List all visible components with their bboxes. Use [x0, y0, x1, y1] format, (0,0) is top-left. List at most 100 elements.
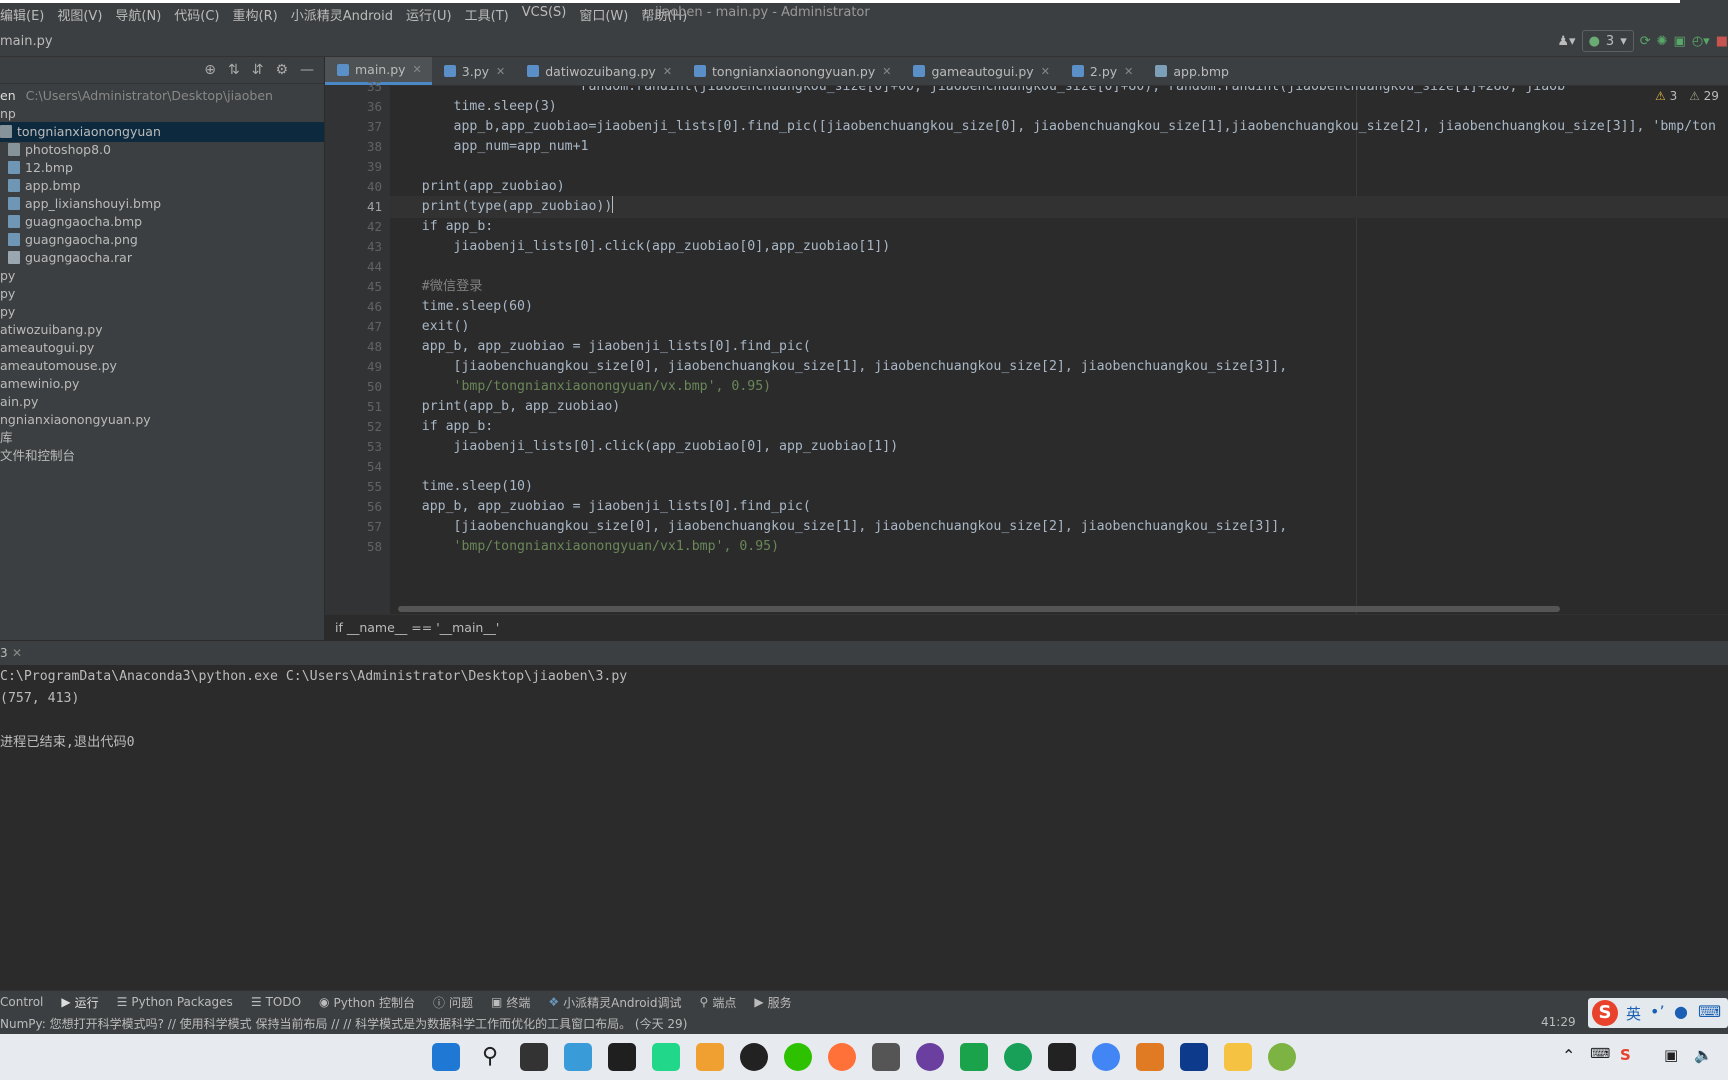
- locate-icon[interactable]: ⊕: [204, 62, 216, 78]
- tree-root[interactable]: en C:\Users\Administrator\Desktop\jiaobe…: [0, 86, 324, 106]
- code-line-string[interactable]: 'bmp/tongnianxiaonongyuan/vx1.bmp', 0.95…: [390, 536, 1728, 558]
- code-line[interactable]: app_num=app_num+1: [390, 136, 1728, 158]
- stop-icon[interactable]: ■: [1716, 30, 1728, 52]
- caret-position[interactable]: 41:29: [1541, 1015, 1576, 1029]
- close-icon[interactable]: ✕: [1041, 65, 1050, 78]
- pycharm-app-icon[interactable]: [652, 1043, 680, 1071]
- code-line[interactable]: [390, 256, 1728, 278]
- tool-services[interactable]: ▶ 服务: [754, 994, 791, 1011]
- app-icon[interactable]: [1180, 1043, 1208, 1071]
- close-icon[interactable]: ✕: [663, 65, 672, 78]
- search-icon[interactable]: ⚲: [476, 1043, 504, 1071]
- menu-refactor[interactable]: 重构(R): [233, 5, 278, 24]
- tree-item[interactable]: guagngaocha.bmp: [0, 212, 332, 232]
- ime-toolbar[interactable]: S 英 •’ ● ⌨: [1588, 998, 1728, 1028]
- code-line[interactable]: jiaobenji_lists[0].click(app_zuobiao[0],…: [390, 436, 1728, 458]
- microphone-icon[interactable]: ●: [1674, 1002, 1688, 1021]
- tool-python-packages[interactable]: ☰ Python Packages: [117, 995, 233, 1009]
- profile-icon[interactable]: ◴▾: [1692, 30, 1710, 52]
- android-app-icon[interactable]: [1268, 1043, 1296, 1071]
- code-line[interactable]: time.sleep(60): [390, 296, 1728, 318]
- ime-language-label[interactable]: 英: [1626, 1003, 1641, 1024]
- close-icon[interactable]: ✕: [12, 646, 22, 660]
- sublime-app-icon[interactable]: [1136, 1043, 1164, 1071]
- app-icon[interactable]: [1004, 1043, 1032, 1071]
- network-icon[interactable]: ▣: [1664, 1046, 1678, 1064]
- expand-all-icon[interactable]: ⇅: [228, 62, 240, 78]
- code-line[interactable]: print(app_b, app_zuobiao): [390, 396, 1728, 418]
- tree-item[interactable]: amewinio.py: [0, 374, 324, 394]
- tool-endpoints[interactable]: ⚲ 端点: [700, 994, 737, 1011]
- code-line[interactable]: if app_b:: [390, 416, 1728, 438]
- firefox-app-icon[interactable]: [828, 1043, 856, 1071]
- app-icon[interactable]: [1048, 1043, 1076, 1071]
- ime-indicator-icon[interactable]: ⌨: [1590, 1046, 1610, 1062]
- tree-item[interactable]: atiwozuibang.py: [0, 320, 324, 340]
- tab-tongnianxiaonongyuan-py[interactable]: tongnianxiaonongyuan.py ✕: [682, 57, 901, 85]
- code-line[interactable]: jiaobenji_lists[0].click(app_zuobiao[0],…: [390, 236, 1728, 258]
- horizontal-scrollbar[interactable]: [398, 606, 1560, 612]
- windows-start-icon[interactable]: [432, 1043, 460, 1071]
- inspection-widget[interactable]: ⚠ 3 ⚠ 29: [1655, 89, 1719, 103]
- code-line[interactable]: time.sleep(3): [390, 96, 1728, 118]
- tool-terminal[interactable]: ▣ 终端: [491, 994, 530, 1011]
- tree-item[interactable]: np: [0, 104, 324, 124]
- nav-breadcrumb[interactable]: main.py: [0, 34, 53, 49]
- close-icon[interactable]: ✕: [882, 65, 891, 78]
- run-config-selector[interactable]: ● 3 ▾: [1581, 30, 1634, 52]
- menu-navigate[interactable]: 导航(N): [115, 5, 161, 24]
- tree-item[interactable]: ameautomouse.py: [0, 356, 324, 376]
- code-line[interactable]: app_b,app_zuobiao=jiaobenji_lists[0].fin…: [390, 116, 1728, 138]
- tree-item[interactable]: app.bmp: [0, 176, 332, 196]
- code-editor[interactable]: random.randint(jiaobenchuangkou_size[0]+…: [390, 86, 1728, 614]
- code-line[interactable]: if app_b:: [390, 216, 1728, 238]
- tree-item[interactable]: py: [0, 266, 324, 286]
- collapse-all-icon[interactable]: ⇵: [252, 62, 264, 78]
- run-tab-label[interactable]: 3: [0, 646, 8, 660]
- code-line[interactable]: print(app_zuobiao): [390, 176, 1728, 198]
- tree-item[interactable]: ain.py: [0, 392, 324, 412]
- tree-item-scratches[interactable]: 文件和控制台: [0, 446, 324, 466]
- tree-item[interactable]: app_lixianshouyi.bmp: [0, 194, 332, 214]
- code-line-current[interactable]: print(type(app_zuobiao)): [390, 196, 1728, 218]
- shield-app-icon[interactable]: [696, 1043, 724, 1071]
- tree-item-libraries[interactable]: 库: [0, 428, 324, 448]
- terminal-app-icon[interactable]: [608, 1043, 636, 1071]
- rerun-icon[interactable]: ⟳: [1640, 30, 1651, 52]
- tab-gameautogui-py[interactable]: gameautogui.py ✕: [901, 57, 1059, 85]
- keyboard-icon[interactable]: ⌨: [1698, 1002, 1721, 1021]
- tree-item[interactable]: ngnianxiaonongyuan.py: [0, 410, 324, 430]
- code-line[interactable]: exit(): [390, 316, 1728, 338]
- menu-vcs[interactable]: VCS(S): [522, 5, 567, 24]
- code-line[interactable]: time.sleep(10): [390, 476, 1728, 498]
- code-line[interactable]: [390, 456, 1728, 478]
- media-player-app-icon[interactable]: [916, 1043, 944, 1071]
- tree-item-selected[interactable]: tongnianxiaonongyuan: [0, 122, 324, 142]
- menu-plugin-android[interactable]: 小派精灵Android: [291, 5, 393, 24]
- minimize-icon[interactable]: —: [300, 62, 314, 78]
- menu-code[interactable]: 代码(C): [174, 5, 219, 24]
- chrome-app-icon[interactable]: [1092, 1043, 1120, 1071]
- close-icon[interactable]: ✕: [1124, 65, 1133, 78]
- menu-window[interactable]: 窗口(W): [579, 5, 628, 24]
- volume-icon[interactable]: 🔈: [1694, 1046, 1713, 1064]
- app-icon[interactable]: [872, 1043, 900, 1071]
- status-message[interactable]: NumPy: 您想打开科学模式吗? // 使用科学模式 保持当前布局 // //…: [0, 1015, 687, 1032]
- close-icon[interactable]: ✕: [496, 65, 505, 78]
- user-icon[interactable]: ♟▾: [1557, 30, 1575, 52]
- run-console[interactable]: C:\ProgramData\Anaconda3\python.exe C:\U…: [0, 665, 1728, 990]
- code-breadcrumb[interactable]: if __name__ == '__main__': [335, 620, 499, 635]
- control-panel-icon[interactable]: [564, 1043, 592, 1071]
- chevron-up-icon[interactable]: ⌃: [1562, 1046, 1575, 1065]
- tool-android-debug[interactable]: ❖ 小派精灵Android调试: [548, 994, 681, 1011]
- code-line-string[interactable]: 'bmp/tongnianxiaonongyuan/vx.bmp', 0.95): [390, 376, 1728, 398]
- tool-todo[interactable]: ☰ TODO: [251, 995, 301, 1009]
- code-line[interactable]: app_b, app_zuobiao = jiaobenji_lists[0].…: [390, 336, 1728, 358]
- gear-icon[interactable]: ⚙: [275, 62, 288, 78]
- tree-item[interactable]: guagngaocha.rar: [0, 248, 332, 268]
- tab-3-py[interactable]: 3.py ✕: [432, 57, 515, 85]
- punctuation-icon[interactable]: •’: [1650, 1002, 1665, 1021]
- sogou-tray-icon[interactable]: S: [1620, 1046, 1631, 1064]
- app-icon[interactable]: [960, 1043, 988, 1071]
- tree-item[interactable]: guagngaocha.png: [0, 230, 332, 250]
